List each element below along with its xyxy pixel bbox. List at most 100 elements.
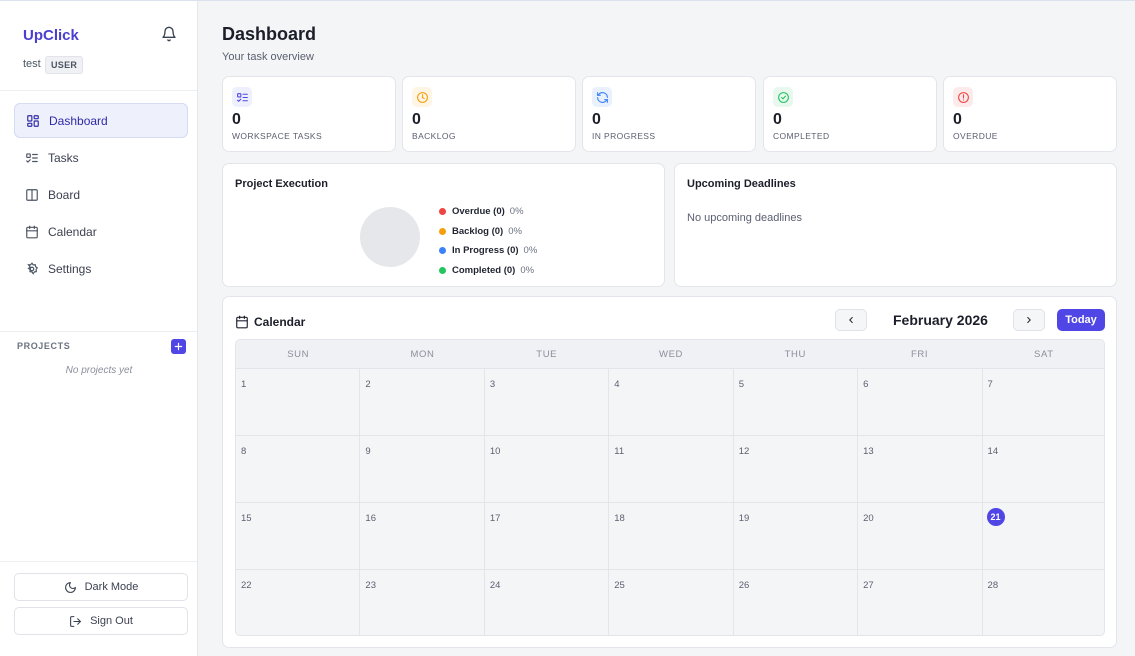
legend-name: Overdue (0) <box>452 206 505 218</box>
sidebar-item-calendar[interactable]: Calendar <box>14 214 188 249</box>
check-circle-icon <box>773 87 793 107</box>
calendar-day[interactable]: 6 <box>858 369 983 435</box>
calendar-day[interactable]: 17 <box>485 503 610 569</box>
sidebar-item-tasks[interactable]: Tasks <box>14 140 188 175</box>
sign-out-label: Sign Out <box>90 615 133 627</box>
calendar-grid: SUN MON TUE WED THU FRI SAT 1 2 3 4 5 6 7 8 9 10 11 12 13 1… <box>235 339 1105 636</box>
app-logo[interactable]: UpClick <box>23 27 79 44</box>
divider <box>0 90 197 91</box>
no-deadlines-text: No upcoming deadlines <box>687 212 802 224</box>
calendar-icon <box>236 315 248 329</box>
calendar-day[interactable]: 20 <box>858 503 983 569</box>
calendar-day[interactable]: 24 <box>485 570 610 635</box>
weekday-label: FRI <box>910 348 929 360</box>
prev-month-button[interactable] <box>835 309 867 331</box>
sign-out-icon <box>70 615 82 627</box>
calendar-day[interactable]: 23 <box>360 570 485 635</box>
stat-value: 0 <box>592 111 601 128</box>
add-project-button[interactable] <box>171 339 186 354</box>
divider <box>0 561 197 562</box>
calendar-day[interactable]: 7 <box>983 369 1104 435</box>
legend-pct: 0% <box>509 206 524 218</box>
projects-heading: PROJECTS <box>17 341 71 351</box>
stat-card-in-progress: 0 IN PROGRESS <box>582 76 756 152</box>
sidebar-item-label: Tasks <box>48 150 79 165</box>
sidebar-item-label: Calendar <box>48 224 97 239</box>
sidebar-item-settings[interactable]: Settings <box>14 251 188 286</box>
calendar-day[interactable]: 1 <box>236 369 361 435</box>
day-number: 27 <box>863 580 874 591</box>
day-number: 3 <box>489 379 496 390</box>
weekday-label: THU <box>784 348 806 360</box>
day-number: 6 <box>863 379 869 390</box>
sidebar-item-label: Settings <box>48 261 92 276</box>
day-number: 22 <box>241 580 252 591</box>
calendar-day[interactable]: 8 <box>236 436 361 502</box>
bell-icon[interactable] <box>161 26 177 42</box>
gear-icon <box>27 261 39 275</box>
weekday-label: TUE <box>536 348 558 360</box>
legend-name: In Progress (0) <box>452 245 519 257</box>
calendar-panel: Calendar February 2026 Today SUN MON TUE WE… <box>222 296 1117 648</box>
legend-dot <box>439 227 446 235</box>
calendar-day[interactable]: 9 <box>360 436 485 502</box>
plus-icon <box>174 342 183 351</box>
calendar-day[interactable]: 13 <box>858 436 983 502</box>
calendar-day[interactable]: 10 <box>485 436 610 502</box>
sidebar-item-label: Dashboard <box>49 113 108 128</box>
day-number: 19 <box>738 513 750 524</box>
day-number: 15 <box>241 513 252 524</box>
stat-label: COMPLETED <box>773 131 830 141</box>
calendar-week-row: 8 9 10 11 12 13 14 <box>236 436 1104 503</box>
stat-label: OVERDUE <box>953 131 998 141</box>
day-number: 1 <box>241 379 247 390</box>
day-number: 24 <box>489 580 501 591</box>
legend-pct: 0% <box>508 225 522 237</box>
day-number: 16 <box>365 513 376 524</box>
day-number: 5 <box>738 379 744 390</box>
today-button[interactable]: Today <box>1057 309 1105 331</box>
calendar-day[interactable]: 25 <box>609 570 734 635</box>
legend-pct: 0% <box>523 245 538 257</box>
day-number: 26 <box>738 580 750 591</box>
legend-item: Overdue (0) 0% <box>439 202 537 222</box>
dark-mode-label: Dark Mode <box>84 581 139 593</box>
calendar-day[interactable]: 28 <box>983 570 1104 635</box>
calendar-day[interactable]: 12 <box>734 436 859 502</box>
legend-item: Completed (0) 0% <box>439 261 537 281</box>
next-month-button[interactable] <box>1013 309 1045 331</box>
user-name: test <box>23 58 41 70</box>
stat-value: 0 <box>412 111 421 128</box>
weekday-label: WED <box>659 348 683 360</box>
calendar-day[interactable]: 5 <box>734 369 859 435</box>
day-number: 25 <box>614 580 625 591</box>
day-number: 17 <box>489 513 501 524</box>
calendar-day[interactable]: 18 <box>609 503 734 569</box>
stat-card-backlog: 0 BACKLOG <box>402 76 576 152</box>
calendar-day[interactable]: 16 <box>360 503 485 569</box>
status-pie-chart <box>360 207 420 267</box>
sidebar-item-dashboard[interactable]: Dashboard <box>14 103 188 138</box>
upcoming-deadlines-panel: Upcoming Deadlines No upcoming deadlines <box>674 163 1117 287</box>
sign-out-button[interactable]: Sign Out <box>14 607 188 635</box>
calendar-day[interactable]: 27 <box>858 570 983 635</box>
day-number: 9 <box>365 446 371 457</box>
calendar-day[interactable]: 26 <box>734 570 859 635</box>
calendar-day[interactable]: 4 <box>609 369 734 435</box>
day-number: 8 <box>241 446 247 457</box>
stat-value: 0 <box>773 111 782 128</box>
calendar-day-today[interactable]: 21 <box>983 503 1104 569</box>
dark-mode-button[interactable]: Dark Mode <box>14 573 188 601</box>
calendar-day[interactable]: 11 <box>609 436 734 502</box>
calendar-day[interactable]: 14 <box>983 436 1104 502</box>
legend-pct: 0% <box>520 264 535 276</box>
tasks-icon <box>26 152 38 163</box>
calendar-day[interactable]: 3 <box>485 369 610 435</box>
board-icon <box>26 188 38 201</box>
calendar-day[interactable]: 2 <box>360 369 485 435</box>
calendar-day[interactable]: 22 <box>236 570 361 635</box>
weekday-label: SAT <box>1034 348 1054 360</box>
calendar-day[interactable]: 15 <box>236 503 361 569</box>
calendar-day[interactable]: 19 <box>734 503 859 569</box>
sidebar-item-board[interactable]: Board <box>14 177 188 212</box>
